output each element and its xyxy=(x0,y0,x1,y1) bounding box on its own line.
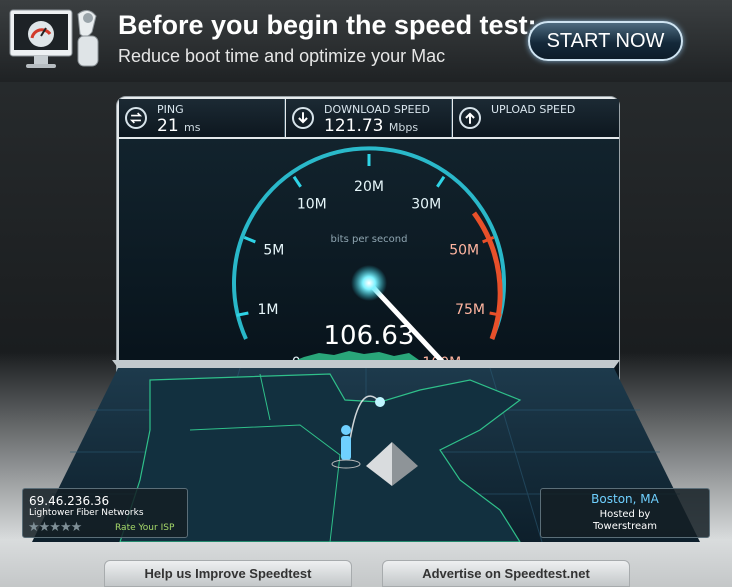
gauge-tick-label: 75M xyxy=(455,302,485,318)
ping-unit: ms xyxy=(184,121,201,134)
isp-name: Lightower Fiber Networks xyxy=(29,508,144,518)
isp-rating-stars[interactable]: ★★★★★ xyxy=(28,520,82,535)
ping-label: PING xyxy=(157,103,184,116)
improve-speedtest-tab[interactable]: Help us Improve Speedtest xyxy=(104,560,352,587)
gauge-hub xyxy=(351,265,387,301)
banner-subtitle: Reduce boot time and optimize your Mac xyxy=(118,46,446,66)
ping-stat: PING 21 ms xyxy=(119,99,285,137)
hosted-by-label: Hosted by xyxy=(599,509,651,520)
start-now-button[interactable]: START NOW xyxy=(528,21,683,61)
upload-stat: UPLOAD SPEED xyxy=(453,99,619,137)
server-location-dot xyxy=(375,397,385,407)
banner-title: Before you begin the speed test: xyxy=(118,10,537,40)
advertise-tab[interactable]: Advertise on Speedtest.net xyxy=(382,560,630,587)
download-value: 121.73 Mbps xyxy=(324,116,418,136)
ping-value: 21 ms xyxy=(157,116,201,136)
server-info-box: Boston, MA Hosted by Towerstream xyxy=(540,488,710,538)
ping-number: 21 xyxy=(157,116,179,136)
download-stat: DOWNLOAD SPEED 121.73 Mbps xyxy=(286,99,452,137)
up-arrow-icon xyxy=(459,107,481,129)
download-label: DOWNLOAD SPEED xyxy=(324,103,430,116)
gauge-caption: bits per second xyxy=(331,234,408,245)
gauge-tick-label: 50M xyxy=(449,243,479,259)
download-unit: Mbps xyxy=(388,121,419,134)
upload-label: UPLOAD SPEED xyxy=(491,103,576,116)
promo-banner: Before you begin the speed test: Reduce … xyxy=(0,0,732,82)
gauge-reading: 106.63 xyxy=(324,321,415,351)
mac-speedometer-icon xyxy=(9,9,99,68)
client-info-box: 69.46.236.36 Lightower Fiber Networks ★★… xyxy=(22,488,188,538)
gauge-tick-label: 10M xyxy=(297,196,327,212)
speedometer-gauge: 01M5M10M20M30M50M75M100M bits per second… xyxy=(119,139,619,386)
rate-isp-link[interactable]: Rate Your ISP xyxy=(115,523,174,533)
gauge-area: 01M5M10M20M30M50M75M100M bits per second… xyxy=(119,139,619,386)
exchange-arrows-icon xyxy=(125,107,147,129)
gauge-tick-label: 5M xyxy=(263,243,284,259)
speed-panel: PING 21 ms DOWNLOAD SPEED 121.73 Mbps UP… xyxy=(116,96,620,386)
gauge-tick-label: 1M xyxy=(257,302,278,318)
gauge-tick-label: 30M xyxy=(411,196,441,212)
host-name: Towerstream xyxy=(592,521,657,532)
down-arrow-icon xyxy=(292,107,314,129)
download-number: 121.73 xyxy=(324,116,384,136)
ip-address: 69.46.236.36 xyxy=(29,494,110,508)
server-city[interactable]: Boston, MA xyxy=(541,492,709,506)
gauge-tick-label: 20M xyxy=(354,179,384,195)
